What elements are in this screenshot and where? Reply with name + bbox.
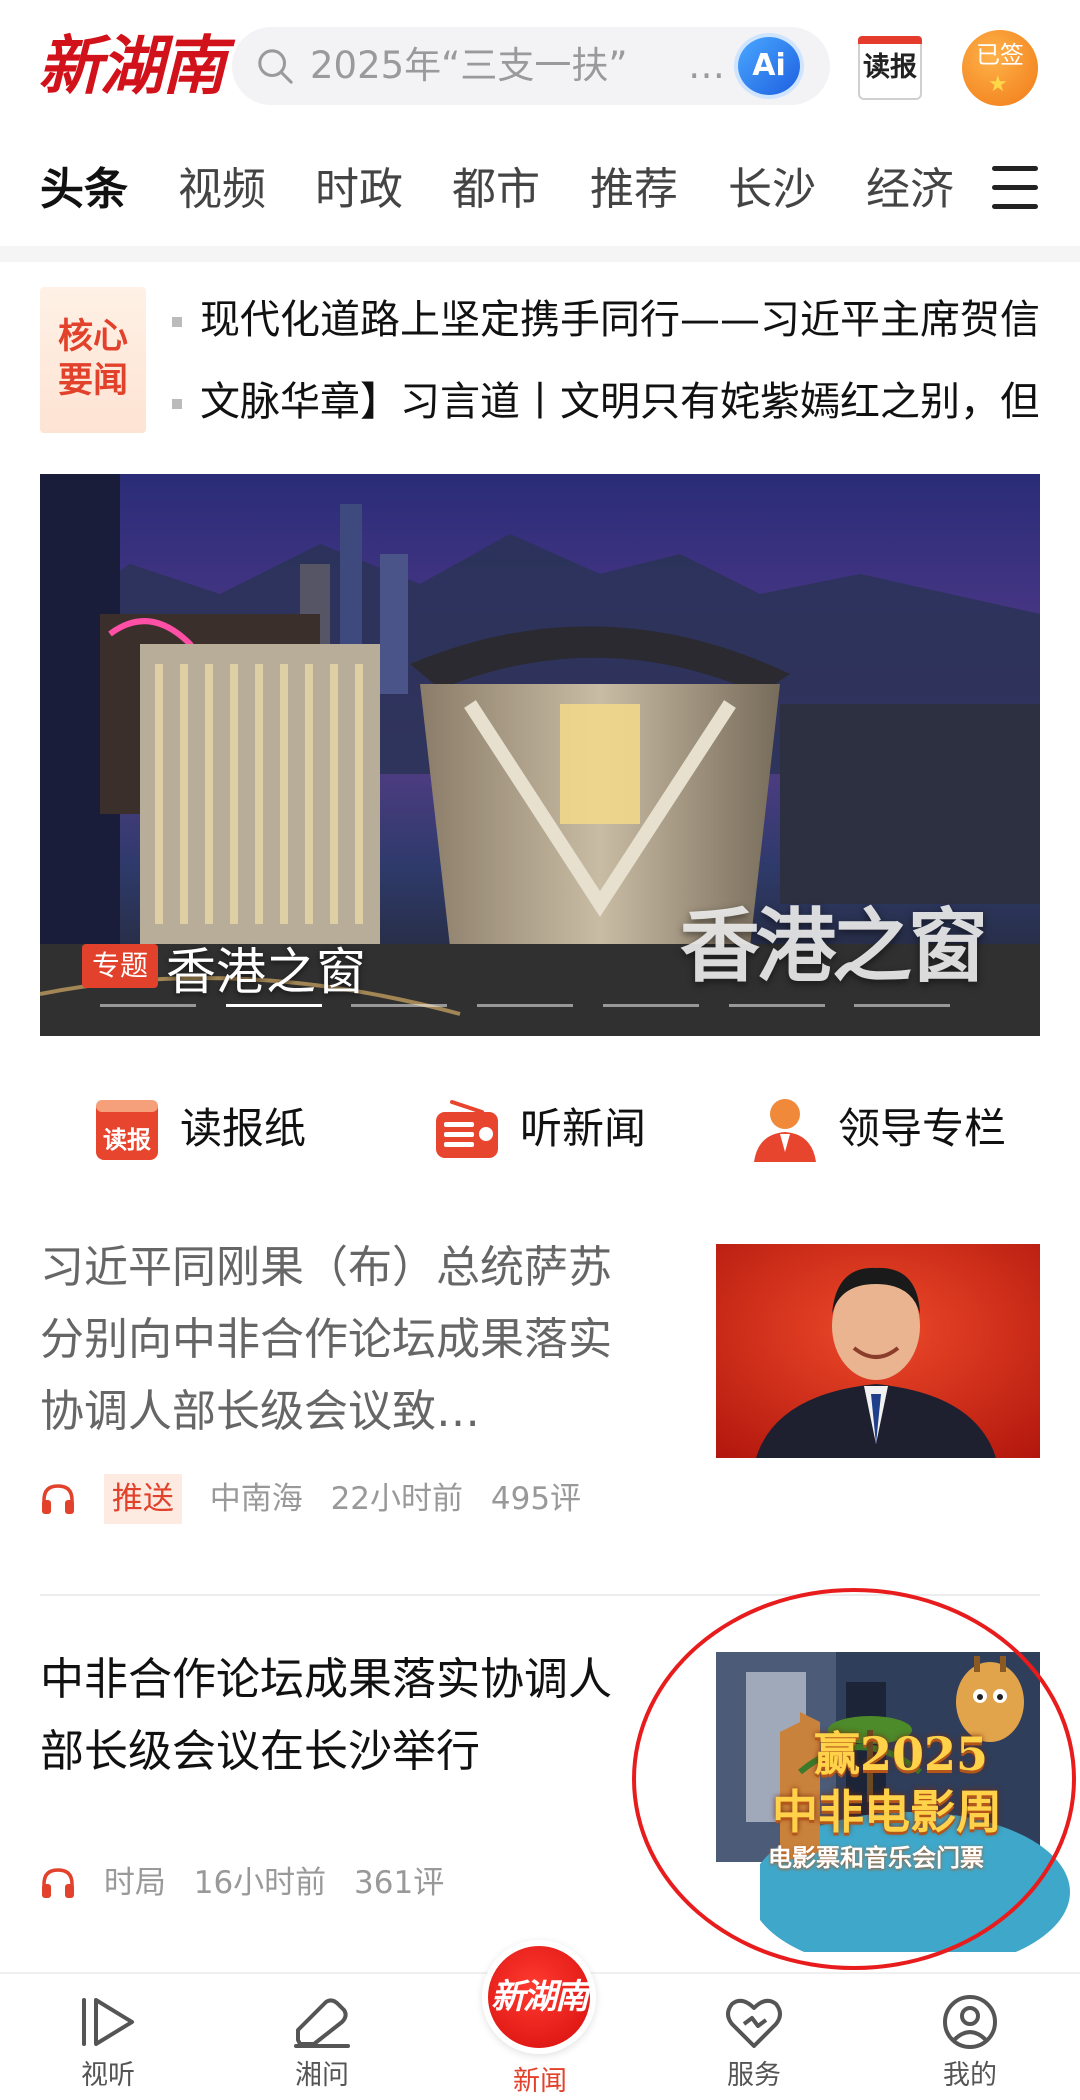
article-title: 习近平同刚果（布）总统萨苏分别向中非合作论坛成果落实协调人部长级会议致…: [40, 1242, 612, 1437]
nav-label: 服务: [727, 2060, 781, 2091]
newspaper-icon: 读报: [96, 1100, 158, 1160]
heart-icon: [726, 1998, 782, 2048]
nav-item-profile[interactable]: 我的: [910, 1994, 1030, 2096]
nav-item-services[interactable]: 服务: [694, 1994, 814, 2096]
article-time: 22小时前: [330, 1480, 464, 1517]
leader-icon: [754, 1099, 816, 1162]
tab-politics[interactable]: 时政: [315, 162, 403, 218]
tab-video[interactable]: 视频: [178, 162, 266, 218]
nav-label: 湘问: [295, 2060, 349, 2091]
banner-overlay-text: 香港之窗: [680, 899, 988, 993]
app-screen: 新湖南 2025年“三支一扶” … Ai 读报 已签 ★ 头条 视频 时政 都市…: [0, 0, 1080, 2100]
channel-tabs: 头条 视频 时政 都市 推荐 长沙 经济: [0, 140, 1080, 240]
nav-label-active: 新闻: [513, 2066, 567, 2097]
banner-title: 香港之窗: [166, 943, 366, 1001]
article-meta: 时局 16小时前 361评: [40, 1856, 462, 1906]
check-in-button[interactable]: 已签 ★: [962, 30, 1038, 106]
article-meta: 推送 中南海 22小时前 495评: [40, 1472, 599, 1524]
top-header: 新湖南 2025年“三支一扶” … Ai 读报 已签 ★: [0, 0, 1080, 130]
nav-item-media[interactable]: 视听: [48, 1994, 168, 2096]
article-source: 时局: [103, 1864, 166, 1901]
quick-link-newspaper[interactable]: 读报 读报纸: [92, 1090, 332, 1168]
search-ellipsis: …: [688, 44, 725, 87]
tab-headlines[interactable]: 头条: [40, 162, 128, 220]
quick-link-leader-column[interactable]: 领导专栏: [750, 1090, 1040, 1168]
play-icon: [82, 1998, 134, 2046]
quick-link-audio-news[interactable]: 听新闻: [432, 1090, 672, 1168]
pagination-dot[interactable]: [728, 1004, 825, 1007]
search-placeholder: 2025年“三支一扶”: [310, 44, 628, 87]
core-news-badge: 核心 要闻: [40, 287, 146, 433]
nav-item-news[interactable]: 新湖南: [482, 1940, 596, 2054]
star-icon: ★: [988, 72, 1008, 97]
ai-assistant-button[interactable]: Ai: [738, 37, 800, 95]
core-news-item[interactable]: 现代化道路上坚定携手同行——习近平主席贺信: [172, 292, 1038, 348]
quick-link-label: 听新闻: [520, 1104, 647, 1153]
article-source: 中南海: [209, 1480, 303, 1517]
headphone-icon[interactable]: [40, 1866, 76, 1900]
annotation-circle: [632, 1588, 1076, 1970]
pagination-dot[interactable]: [602, 1004, 699, 1007]
article-card[interactable]: 习近平同刚果（布）总统萨苏分别向中非合作论坛成果落实协调人部长级会议致… 推送 …: [40, 1232, 1040, 1562]
section-divider: [0, 246, 1080, 262]
headphone-icon[interactable]: [40, 1482, 76, 1516]
tab-economy[interactable]: 经济: [866, 162, 954, 218]
check-in-label: 已签: [976, 41, 1024, 69]
radio-icon: [436, 1100, 498, 1158]
tab-changsha[interactable]: 长沙: [728, 162, 816, 218]
user-icon: [943, 1995, 997, 2049]
article-comment-count: 495评: [490, 1480, 582, 1517]
pagination-dot[interactable]: [225, 1004, 322, 1007]
search-icon: [258, 49, 293, 84]
article-time: 16小时前: [193, 1864, 327, 1901]
core-news-item[interactable]: 文脉华章】习言道丨文明只有姹紫嫣红之别，但: [172, 374, 1038, 430]
nav-label: 我的: [943, 2060, 997, 2091]
featured-banner[interactable]: 香港之窗 专题 香港之窗: [40, 474, 1040, 1036]
article-thumbnail: [716, 1244, 1040, 1458]
banner-pagination: [100, 1004, 980, 1008]
pagination-dot[interactable]: [477, 1004, 574, 1007]
nav-item-ask[interactable]: 湘问: [262, 1994, 382, 2096]
article-comment-count: 361评: [354, 1864, 445, 1901]
quick-link-label: 读报纸: [180, 1104, 307, 1153]
push-tag: 推送: [103, 1473, 182, 1524]
article-title: 中非合作论坛成果落实协调人部长级会议在长沙举行: [40, 1654, 612, 1777]
pagination-dot[interactable]: [100, 1004, 196, 1007]
tab-city[interactable]: 都市: [452, 162, 540, 218]
nav-label: 视听: [81, 2060, 135, 2091]
bottom-navigation: 视听 湘问 新湖南 新闻 服务 我的: [0, 1940, 1080, 2100]
svg-text:读报: 读报: [103, 1126, 151, 1154]
topic-tag: 专题: [82, 944, 159, 988]
app-logo[interactable]: 新湖南: [38, 22, 226, 112]
pagination-dot[interactable]: [351, 1004, 448, 1007]
pagination-dot[interactable]: [854, 1004, 951, 1007]
read-newspaper-button[interactable]: 读报: [858, 36, 922, 100]
tab-recommend[interactable]: 推荐: [590, 162, 678, 218]
quick-link-label: 领导专栏: [838, 1104, 1007, 1153]
channel-menu-icon[interactable]: [992, 166, 1038, 210]
chat-icon: [294, 1998, 350, 2048]
search-bar[interactable]: 2025年“三支一扶” … Ai: [232, 27, 830, 105]
